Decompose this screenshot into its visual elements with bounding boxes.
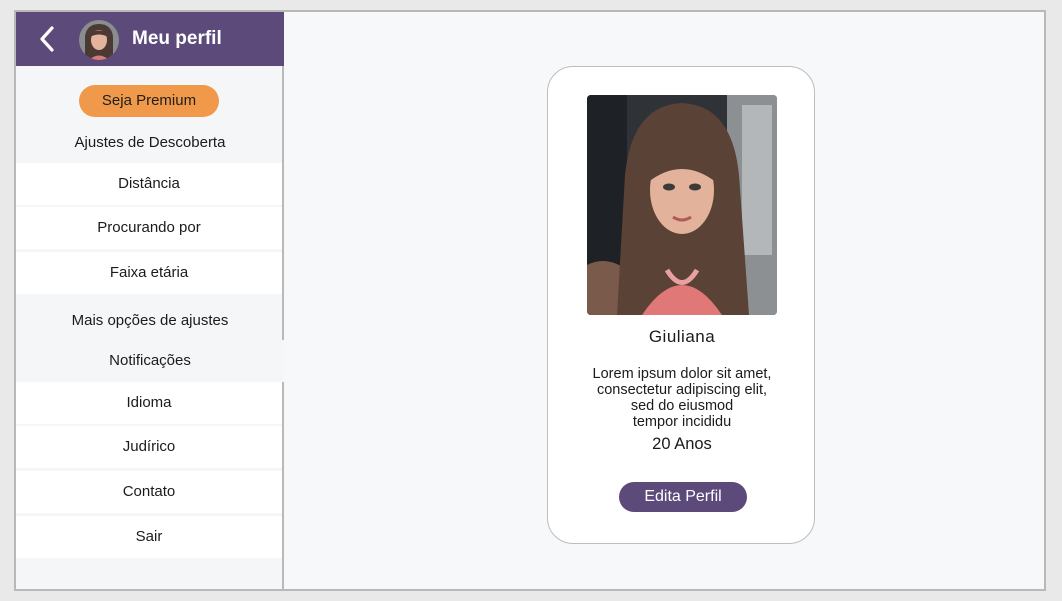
back-button[interactable] xyxy=(34,25,60,53)
sidebar-item-age-range[interactable]: Faixa etária xyxy=(16,252,282,294)
bio-line: Lorem ipsum dolor sit amet, xyxy=(592,366,772,382)
discovery-settings-heading: Ajustes de Descoberta xyxy=(74,134,226,151)
chevron-left-icon xyxy=(40,26,54,52)
sidebar-item-distance[interactable]: Distância xyxy=(16,163,282,205)
sidebar-item-looking-for[interactable]: Procurando por xyxy=(16,207,282,249)
sidebar-item-language[interactable]: Idioma xyxy=(16,382,282,424)
profile-bio: Lorem ipsum dolor sit amet, consectetur … xyxy=(568,366,796,430)
bio-line: consectetur adipiscing elit, xyxy=(596,382,768,398)
page-title: Meu perfil xyxy=(132,28,222,49)
app-window: Meu perfil Seja Premium Ajustes de Desco… xyxy=(14,10,1046,591)
profile-photo xyxy=(587,95,777,315)
sidebar-item-logout[interactable]: Sair xyxy=(16,516,282,558)
sidebar-item-label: Notificações xyxy=(109,352,191,369)
main-content: Giuliana Lorem ipsum dolor sit amet, con… xyxy=(286,12,1046,589)
sidebar-item-notifications[interactable]: Notificações xyxy=(16,340,284,382)
sidebar-item-contact[interactable]: Contato xyxy=(16,471,282,513)
more-settings-heading: Mais opções de ajustes xyxy=(71,312,229,329)
avatar[interactable] xyxy=(79,20,119,60)
profile-age: 20 Anos xyxy=(652,435,712,453)
sidebar: Meu perfil Seja Premium Ajustes de Desco… xyxy=(16,12,284,589)
profile-name: Giuliana xyxy=(648,327,716,346)
edit-profile-button[interactable]: Edita Perfil xyxy=(619,482,747,512)
profile-card: Giuliana Lorem ipsum dolor sit amet, con… xyxy=(547,66,815,544)
sidebar-item-legal[interactable]: Judírico xyxy=(16,426,282,468)
bio-line: tempor incididu xyxy=(632,414,732,430)
premium-button[interactable]: Seja Premium xyxy=(79,85,219,117)
bio-line: sed do eiusmod xyxy=(630,398,734,414)
sidebar-header: Meu perfil xyxy=(16,12,284,66)
